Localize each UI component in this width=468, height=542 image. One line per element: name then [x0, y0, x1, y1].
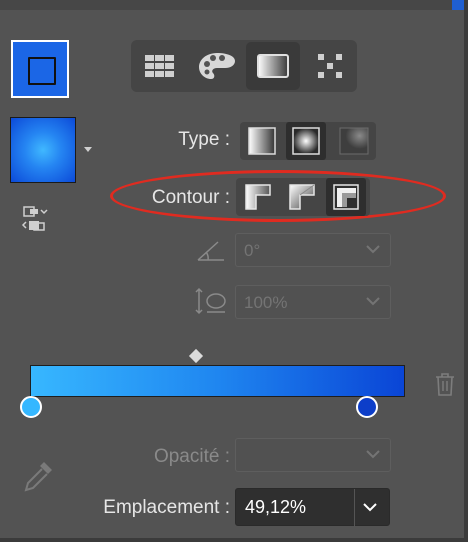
location-input[interactable]: 49,12%: [235, 488, 390, 527]
fill-stroke-toggle[interactable]: [11, 40, 69, 98]
aspect-ratio-value: 100%: [244, 293, 288, 312]
type-label: Type :: [178, 129, 230, 150]
type-linear-button[interactable]: [242, 122, 282, 160]
contour-label: Contour :: [151, 187, 230, 208]
reverse-gradient-icon[interactable]: [18, 206, 50, 234]
radial-gradient-icon: [292, 127, 320, 155]
aspect-ratio-icon: [195, 287, 226, 315]
color-mode-button[interactable]: [190, 42, 244, 90]
contour-within-button[interactable]: [238, 178, 278, 216]
palette-icon: [199, 53, 235, 79]
angle-icon: [197, 241, 224, 261]
panel-right-edge: [464, 0, 468, 542]
aspect-ratio-dropdown[interactable]: 100%: [235, 285, 391, 319]
swatches-grid-icon: [145, 55, 174, 77]
chevron-down-icon: [366, 450, 380, 459]
linear-gradient-icon: [248, 127, 276, 155]
type-freeform-button[interactable]: [334, 122, 374, 160]
location-label: Emplacement :: [103, 497, 230, 518]
stroke-square-icon: [28, 57, 56, 85]
chevron-down-icon: [366, 245, 380, 254]
gradient-swatch[interactable]: [10, 117, 76, 183]
type-radial-button[interactable]: [286, 122, 326, 160]
gradient-midpoint-handle[interactable]: [188, 348, 204, 364]
gradient-stop-left[interactable]: [20, 396, 42, 418]
gradient-slider-bar[interactable]: [30, 365, 405, 397]
pattern-mode-button[interactable]: [303, 42, 357, 90]
contour-across-button[interactable]: [326, 178, 366, 216]
angle-dropdown[interactable]: 0°: [235, 233, 391, 267]
location-value: 49,12%: [245, 497, 307, 517]
swatch-dropdown-arrow-icon[interactable]: [84, 147, 92, 152]
contour-along-button[interactable]: [282, 178, 322, 216]
location-divider: [354, 489, 355, 527]
mode-button-group: [131, 40, 357, 92]
freeform-gradient-icon: [339, 127, 369, 155]
delete-stop-icon[interactable]: [434, 372, 456, 396]
eyedropper-icon[interactable]: [22, 460, 54, 498]
chevron-down-icon[interactable]: [363, 502, 377, 512]
angle-value: 0°: [244, 241, 261, 260]
contour-segmented-control: [236, 178, 370, 216]
pattern-icon: [318, 54, 342, 78]
opacity-dropdown[interactable]: [235, 438, 391, 472]
gradient-stop-right[interactable]: [356, 396, 378, 418]
opacity-label: Opacité :: [153, 446, 230, 467]
gradient-mode-button[interactable]: [246, 42, 300, 90]
stroke-across-icon: [333, 184, 359, 210]
panel-top-strip: [0, 0, 468, 10]
chevron-down-icon: [366, 297, 380, 306]
panel-bottom-edge: [0, 538, 468, 542]
swatches-mode-button[interactable]: [133, 42, 187, 90]
stroke-within-icon: [245, 184, 271, 210]
type-segmented-control: [240, 122, 376, 160]
stroke-along-icon: [289, 184, 315, 210]
gradient-mode-icon: [257, 54, 289, 78]
